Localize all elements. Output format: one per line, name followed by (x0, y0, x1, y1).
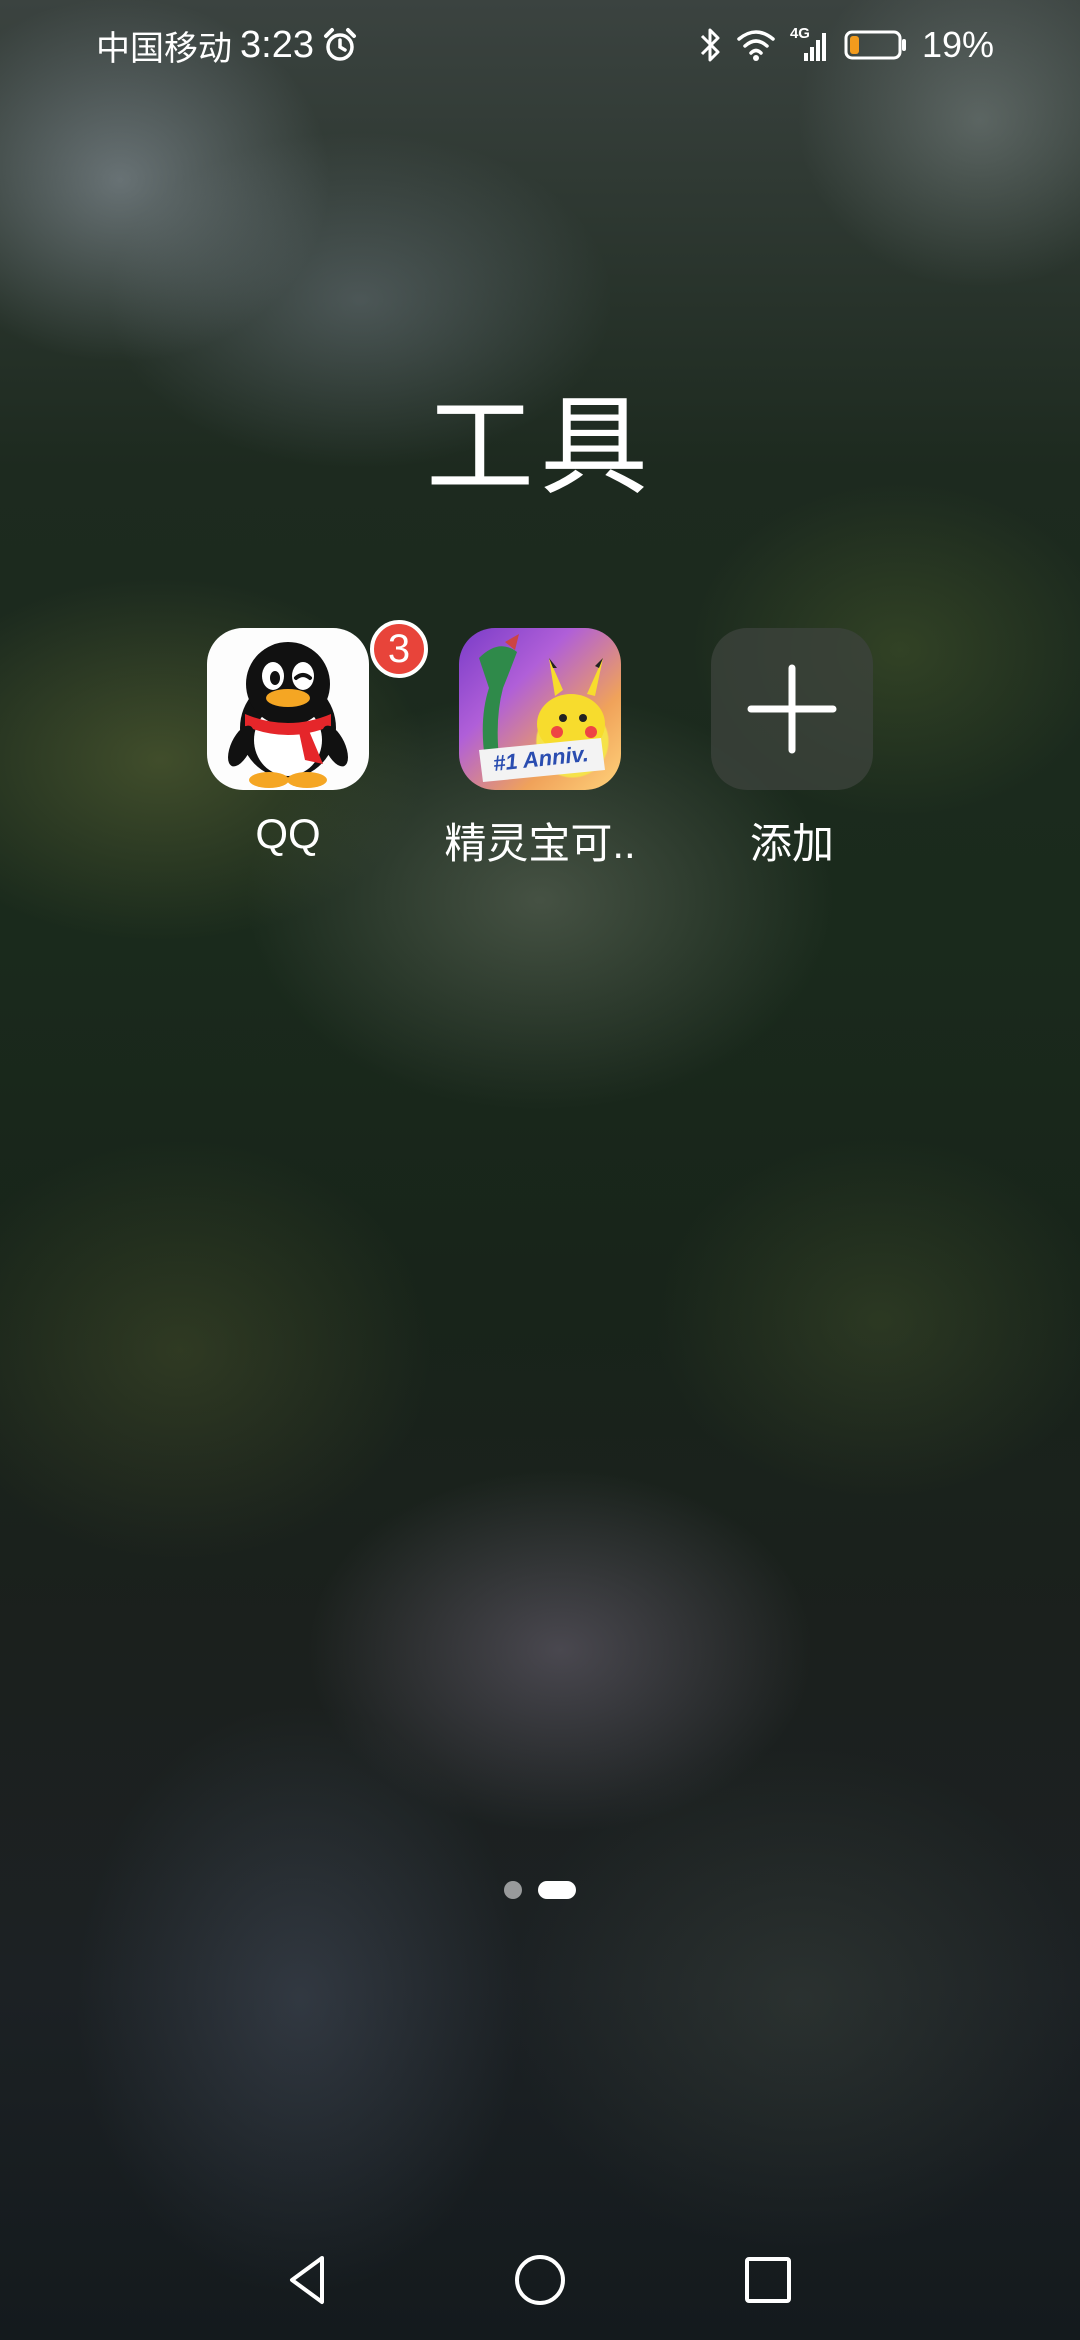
plus-icon (747, 664, 837, 754)
folder-title[interactable]: 工具 (0, 360, 1080, 516)
page-dot-1[interactable] (504, 1881, 522, 1899)
page-dot-2-active[interactable] (538, 1881, 576, 1899)
network-type-label: 4G (789, 25, 810, 42)
recent-apps-button[interactable] (728, 2240, 808, 2320)
alarm-icon (322, 27, 358, 63)
app-label-qq: QQ (255, 810, 321, 857)
pokemon-app-icon[interactable]: #1 Anniv. (459, 628, 621, 790)
home-icon (515, 2255, 565, 2305)
add-app-button[interactable]: 添加 (672, 628, 912, 871)
bluetooth-icon (698, 26, 722, 64)
navigation-bar (0, 2240, 1080, 2320)
recent-apps-icon (745, 2257, 791, 2303)
add-tile[interactable] (711, 628, 873, 790)
status-bar: 中国移动 3:23 4G 19% (0, 0, 1080, 90)
signal-icon: 4G (789, 25, 830, 63)
app-label-pokemon: 精灵宝可.. (444, 820, 636, 867)
battery-percent: 19% (921, 24, 994, 65)
clock: 3:23 (240, 23, 314, 66)
app-label-add: 添加 (749, 820, 834, 867)
page-indicator (0, 1880, 1080, 1900)
wifi-icon (736, 27, 776, 63)
carrier-name: 中国移动 (96, 29, 232, 68)
status-right: 4G 19% (698, 20, 994, 70)
back-icon (290, 2256, 324, 2304)
app-pokemon[interactable]: #1 Anniv. 精灵宝可.. (420, 628, 660, 871)
back-button[interactable] (268, 2240, 348, 2320)
qq-penguin-icon[interactable] (207, 628, 369, 790)
battery-icon (844, 27, 908, 63)
home-screen-folder-view: 中国移动 3:23 4G 19% 工具 3 QQ #1 Anniv. 精灵宝可.… (0, 0, 1080, 2340)
app-qq[interactable]: 3 QQ (168, 620, 428, 858)
home-button[interactable] (500, 2240, 580, 2320)
status-left: 中国移动 3:23 (96, 20, 358, 70)
